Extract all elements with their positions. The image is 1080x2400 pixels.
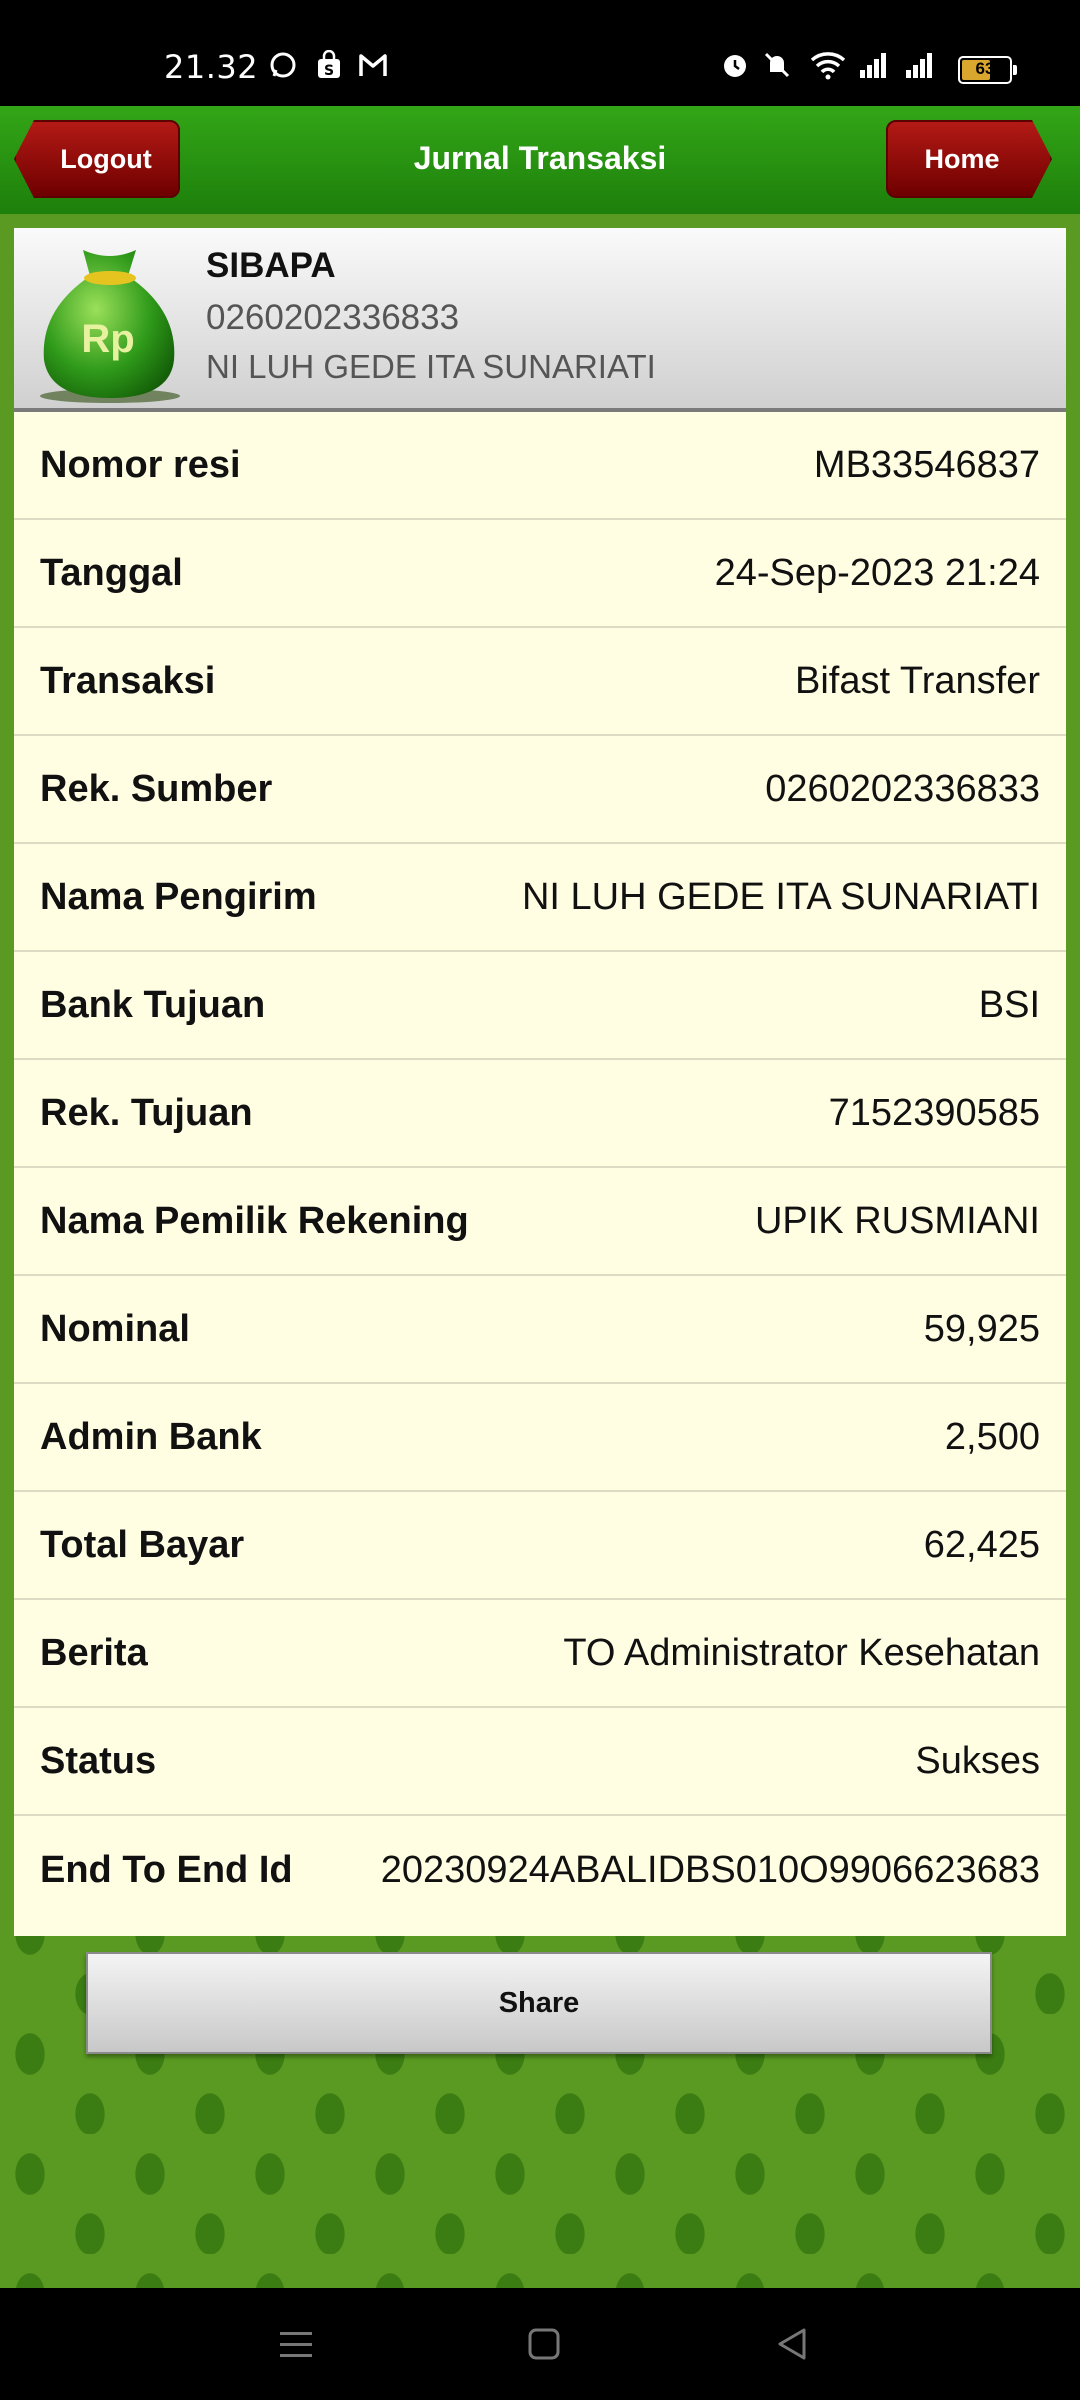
detail-value: 2,500 bbox=[944, 1415, 1040, 1458]
wifi-icon bbox=[810, 52, 846, 80]
gmail-icon bbox=[359, 54, 387, 76]
detail-label: Nama Pengirim bbox=[40, 875, 317, 918]
detail-value: 20230924ABALIDBS010O9906623683 bbox=[380, 1848, 1040, 1891]
whatsapp-icon bbox=[270, 52, 296, 78]
detail-value: UPIK RUSMIANI bbox=[754, 1199, 1040, 1242]
detail-row: Transaksi Bifast Transfer bbox=[14, 628, 1066, 736]
status-time: 21.32 bbox=[164, 48, 259, 86]
alarm-icon bbox=[724, 55, 746, 77]
detail-label: Nomor resi bbox=[40, 443, 241, 486]
detail-row: Nomor resi MB33546837 bbox=[14, 412, 1066, 520]
detail-value: 24-Sep-2023 21:24 bbox=[714, 551, 1040, 594]
system-nav-bar bbox=[0, 2288, 1080, 2400]
detail-label: Admin Bank bbox=[40, 1415, 262, 1458]
detail-value: 62,425 bbox=[923, 1523, 1040, 1566]
account-name: SIBAPA bbox=[206, 246, 336, 285]
signal-icon bbox=[860, 53, 886, 78]
battery-level: 63 bbox=[975, 59, 995, 78]
account-header: Rp SIBAPA 0260202336833 NI LUH GEDE ITA … bbox=[14, 228, 1066, 412]
detail-row: Nama Pemilik Rekening UPIK RUSMIANI bbox=[14, 1168, 1066, 1276]
detail-row: Nominal 59,925 bbox=[14, 1276, 1066, 1384]
transaction-card: Rp SIBAPA 0260202336833 NI LUH GEDE ITA … bbox=[14, 228, 1066, 1936]
detail-row: Admin Bank 2,500 bbox=[14, 1384, 1066, 1492]
home-square-icon[interactable] bbox=[526, 2326, 562, 2362]
detail-value: MB33546837 bbox=[813, 443, 1040, 486]
detail-row: Total Bayar 62,425 bbox=[14, 1492, 1066, 1600]
shopping-bag-icon: S bbox=[318, 50, 340, 79]
detail-row: End To End Id 20230924ABALIDBS010O9906623… bbox=[14, 1816, 1066, 1924]
detail-label: Total Bayar bbox=[40, 1523, 245, 1566]
app-header: Logout Jurnal Transaksi Home bbox=[0, 106, 1080, 214]
detail-label: Berita bbox=[40, 1631, 148, 1674]
detail-value: Bifast Transfer bbox=[795, 659, 1040, 702]
detail-row: Bank Tujuan BSI bbox=[14, 952, 1066, 1060]
detail-value: TO Administrator Kesehatan bbox=[563, 1631, 1040, 1674]
detail-value: 0260202336833 bbox=[765, 767, 1040, 810]
detail-row: Berita TO Administrator Kesehatan bbox=[14, 1600, 1066, 1708]
detail-row: Status Sukses bbox=[14, 1708, 1066, 1816]
detail-value: 7152390585 bbox=[828, 1091, 1040, 1134]
detail-value: 59,925 bbox=[923, 1307, 1040, 1350]
detail-label: Tanggal bbox=[40, 551, 183, 594]
detail-row: Tanggal 24-Sep-2023 21:24 bbox=[14, 520, 1066, 628]
detail-row: Rek. Tujuan 7152390585 bbox=[14, 1060, 1066, 1168]
money-bag-label: Rp bbox=[81, 317, 134, 361]
detail-label: Bank Tujuan bbox=[40, 983, 266, 1026]
detail-row: Nama Pengirim NI LUH GEDE ITA SUNARIATI bbox=[14, 844, 1066, 952]
detail-label: End To End Id bbox=[40, 1848, 293, 1891]
detail-value: BSI bbox=[978, 983, 1040, 1026]
menu-icon[interactable] bbox=[278, 2326, 314, 2362]
battery-icon: 63 bbox=[958, 56, 1017, 84]
share-button[interactable]: Share bbox=[86, 1952, 992, 2054]
home-button[interactable]: Home bbox=[886, 120, 1052, 198]
signal-icon-2 bbox=[906, 53, 932, 78]
svg-text:S: S bbox=[324, 63, 334, 79]
detail-label: Transaksi bbox=[40, 659, 216, 702]
detail-label: Rek. Sumber bbox=[40, 767, 273, 810]
account-owner: NI LUH GEDE ITA SUNARIATI bbox=[206, 348, 656, 385]
detail-value: NI LUH GEDE ITA SUNARIATI bbox=[521, 875, 1040, 918]
account-number: 0260202336833 bbox=[206, 298, 460, 337]
detail-row: Rek. Sumber 0260202336833 bbox=[14, 736, 1066, 844]
status-bar: 21.32 S 63 bbox=[0, 0, 1080, 106]
detail-label: Nominal bbox=[40, 1307, 190, 1350]
back-triangle-icon[interactable] bbox=[774, 2326, 810, 2362]
detail-label: Nama Pemilik Rekening bbox=[40, 1199, 469, 1242]
detail-value: Sukses bbox=[915, 1739, 1040, 1782]
transaction-details: Nomor resi MB33546837 Tanggal 24-Sep-2023 … bbox=[14, 412, 1066, 1924]
detail-label: Status bbox=[40, 1739, 157, 1782]
money-bag-icon: Rp bbox=[40, 250, 180, 403]
mute-icon bbox=[764, 52, 790, 78]
detail-label: Rek. Tujuan bbox=[40, 1091, 253, 1134]
